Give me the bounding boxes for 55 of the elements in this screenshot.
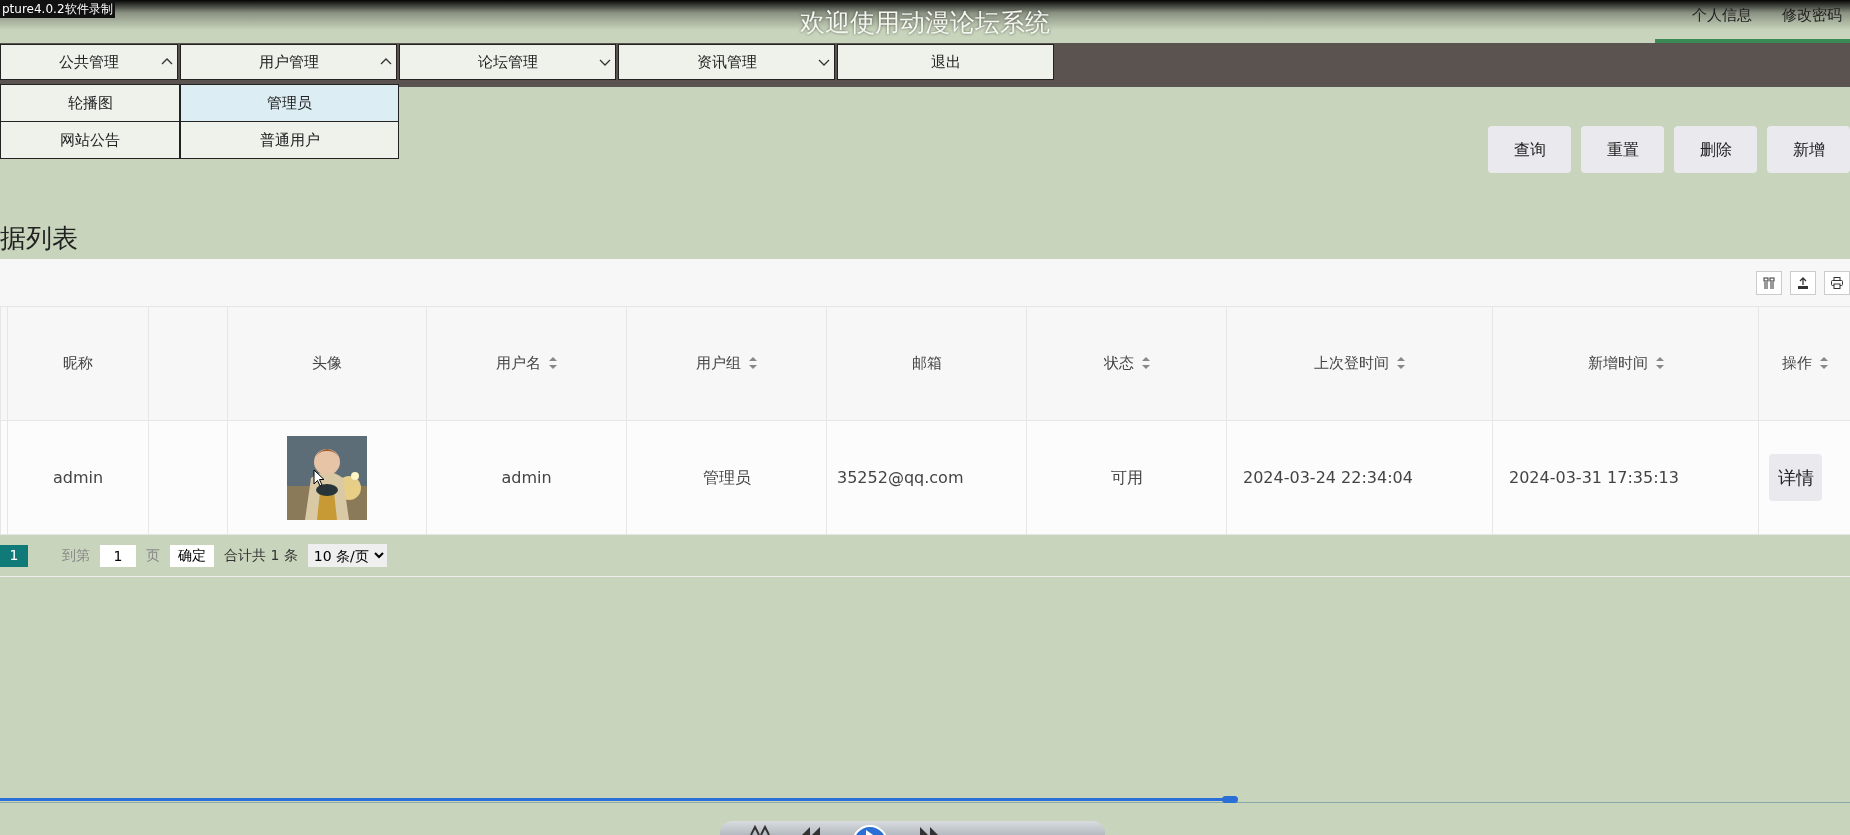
previous-icon[interactable]: [800, 825, 822, 835]
column-header[interactable]: 状态: [1103, 354, 1134, 373]
table-cell: 35252@qq.com: [837, 467, 964, 487]
column-header: 头像: [312, 354, 342, 373]
total-count: 合计共 1 条: [224, 546, 298, 565]
page-button[interactable]: 1: [0, 544, 28, 567]
system-title: 欢迎使用动漫论坛系统: [800, 7, 1050, 39]
sort-icon[interactable]: [749, 357, 757, 370]
table-cell: 可用: [1110, 467, 1143, 487]
progress-handle[interactable]: [1222, 796, 1239, 803]
recorder-title: pture4.0.2软件录制: [0, 0, 115, 18]
next-icon[interactable]: [918, 825, 940, 835]
page-size-select[interactable]: 10 条/页: [307, 544, 387, 567]
progress-track[interactable]: [0, 796, 1850, 803]
cursor-icon: [313, 468, 325, 487]
menu-item[interactable]: 退出: [837, 44, 1054, 80]
column-header: 邮箱: [911, 354, 942, 373]
dropdown-item[interactable]: 网站公告: [0, 121, 180, 159]
table-cell: 2024-03-24 22:34:04: [1243, 467, 1413, 487]
column-header[interactable]: 上次登时间: [1314, 354, 1389, 373]
menu-item[interactable]: 资讯管理: [618, 44, 835, 80]
column-header[interactable]: 操作: [1781, 354, 1812, 373]
menu-item[interactable]: 论坛管理: [399, 44, 616, 80]
column-header[interactable]: 用户组: [696, 354, 741, 373]
print-icon[interactable]: [1830, 275, 1844, 290]
goto-label: 到第: [62, 546, 90, 565]
details-button[interactable]: 详情: [1769, 454, 1822, 501]
page-unit: 页: [146, 546, 160, 565]
dropdown-item[interactable]: 管理员: [180, 84, 399, 122]
confirm-button[interactable]: 确定: [170, 544, 214, 567]
section-title: 据列表: [0, 222, 79, 255]
table-cell: 2024-03-31 17:35:13: [1509, 467, 1679, 487]
table-cell: 管理员: [702, 467, 751, 487]
column-header[interactable]: 新增时间: [1587, 354, 1648, 373]
export-icon[interactable]: [1796, 275, 1810, 290]
user-link[interactable]: 修改密码: [1782, 4, 1842, 27]
table-cell: admin: [501, 467, 552, 487]
sort-icon[interactable]: [549, 357, 557, 370]
page-input[interactable]: 1: [100, 544, 136, 567]
column-header[interactable]: 用户名: [496, 354, 541, 373]
action-button[interactable]: 重置: [1581, 126, 1664, 173]
dropdown-item[interactable]: 轮播图: [0, 84, 180, 122]
play-icon[interactable]: [852, 825, 888, 835]
action-button[interactable]: 查询: [1488, 126, 1571, 173]
sort-icon[interactable]: [1655, 357, 1664, 370]
sort-icon[interactable]: [1141, 357, 1150, 370]
columns-icon[interactable]: [1762, 275, 1776, 290]
table-cell: admin: [52, 467, 104, 487]
column-header: 昵称: [63, 354, 93, 373]
sort-icon[interactable]: [1819, 357, 1828, 370]
action-button[interactable]: 删除: [1674, 126, 1757, 173]
user-link[interactable]: 个人信息: [1692, 4, 1752, 27]
action-button[interactable]: 新增: [1767, 126, 1850, 173]
sort-icon[interactable]: [1397, 357, 1405, 370]
dropdown-item[interactable]: 普通用户: [180, 121, 399, 159]
